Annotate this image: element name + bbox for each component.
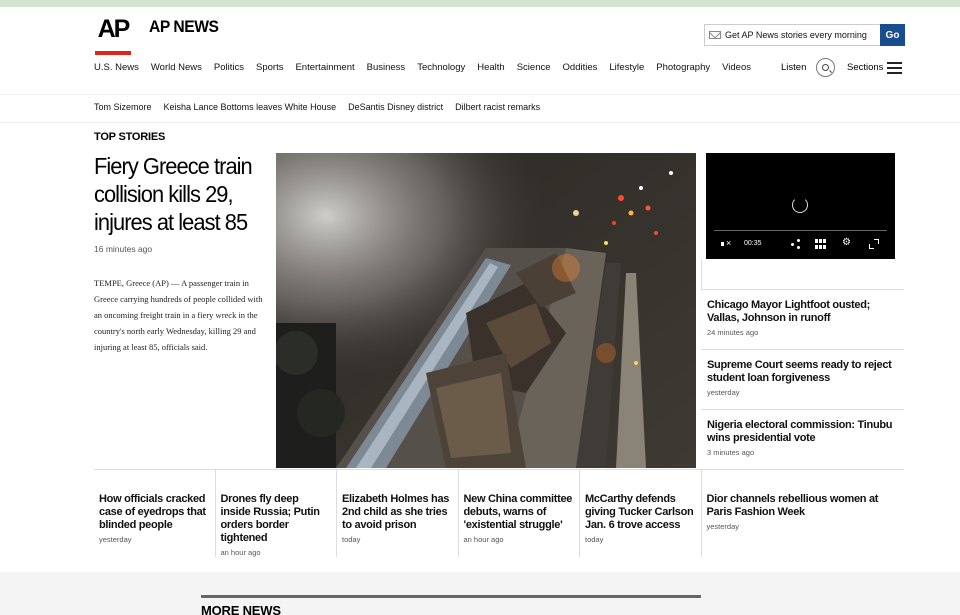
story-card-timestamp: today (585, 535, 604, 544)
newsletter-placeholder: Get AP News stories every morning (725, 30, 867, 40)
nav-item-entertainment[interactable]: Entertainment (295, 62, 354, 73)
story-card-headline[interactable]: Drones fly deep inside Russia; Putin ord… (221, 493, 332, 545)
story-card-timestamp: yesterday (99, 535, 132, 544)
column-divider (701, 259, 702, 289)
newsletter-signup: Get AP News stories every morning Go (704, 24, 905, 46)
nav-item-health[interactable]: Health (477, 62, 504, 73)
side-story-headline[interactable]: Nigeria electoral commission: Tinubu win… (707, 419, 904, 445)
trending-link[interactable]: Dilbert racist remarks (455, 102, 540, 112)
nav-item-technology[interactable]: Technology (417, 62, 465, 73)
nav-item-us-news[interactable]: U.S. News (94, 62, 139, 73)
ap-logo-red-bar (95, 51, 131, 55)
more-news-heading: MORE NEWS (201, 603, 281, 615)
listen-link[interactable]: Listen (781, 62, 806, 73)
trending-link[interactable]: Keisha Lance Bottoms leaves White House (164, 102, 337, 112)
story-card-timestamp: an hour ago (220, 548, 261, 557)
search-button[interactable] (816, 58, 835, 77)
side-story[interactable]: Supreme Court seems ready to reject stud… (701, 349, 904, 409)
nav-item-videos[interactable]: Videos (722, 62, 751, 73)
trending-link[interactable]: Tom Sizemore (94, 102, 152, 112)
story-card-headline[interactable]: Elizabeth Holmes has 2nd child as she tr… (342, 493, 453, 532)
nav-item-world-news[interactable]: World News (151, 62, 202, 73)
story-card-headline[interactable]: McCarthy defends giving Tucker Carlson J… (585, 493, 696, 532)
story-card-headline[interactable]: Dior channels rebellious women at Paris … (707, 493, 899, 519)
playlist-grid-icon[interactable] (815, 239, 826, 249)
story-card[interactable]: McCarthy defends giving Tucker Carlson J… (580, 470, 702, 557)
side-story[interactable]: Chicago Mayor Lightfoot ousted; Vallas, … (701, 289, 904, 349)
side-story[interactable]: Nigeria electoral commission: Tinubu win… (701, 409, 904, 469)
side-story-timestamp: yesterday (707, 388, 740, 397)
main-nav: U.S. News World News Politics Sports Ent… (94, 62, 763, 73)
nav-item-oddities[interactable]: Oddities (563, 62, 598, 73)
site-header: AP AP NEWS Get AP News stories every mor… (0, 7, 960, 94)
lead-story-photo[interactable] (276, 153, 696, 468)
sections-link[interactable]: Sections (847, 62, 883, 73)
bottom-stories-row: How officials cracked case of eyedrops t… (94, 469, 904, 557)
lead-story-summary: TEMPE, Greece (AP) — A passenger train i… (94, 278, 263, 352)
nav-item-politics[interactable]: Politics (214, 62, 244, 73)
story-card-timestamp: an hour ago (463, 535, 504, 544)
side-story-timestamp: 24 minutes ago (707, 328, 759, 337)
story-card-timestamp: yesterday (706, 522, 740, 531)
side-stories-list: Chicago Mayor Lightfoot ousted; Vallas, … (701, 289, 904, 469)
share-icon[interactable] (791, 239, 801, 249)
video-time: 00:35 (744, 240, 762, 247)
gear-icon[interactable]: ⚙ (842, 237, 851, 248)
newsletter-go-button[interactable]: Go (880, 24, 905, 46)
nav-item-science[interactable]: Science (517, 62, 551, 73)
fullscreen-icon[interactable] (869, 239, 879, 249)
story-card-timestamp: today (342, 535, 361, 544)
lead-story-headline[interactable]: Fiery Greece train collision kills 29, i… (94, 152, 256, 236)
top-banner-strip (0, 0, 960, 7)
nav-item-business[interactable]: Business (367, 62, 406, 73)
side-story-headline[interactable]: Chicago Mayor Lightfoot ousted; Vallas, … (707, 299, 904, 325)
mute-icon[interactable] (721, 238, 731, 249)
story-card[interactable]: Elizabeth Holmes has 2nd child as she tr… (337, 470, 459, 557)
story-card[interactable]: New China committee debuts, warns of 'ex… (459, 470, 580, 557)
story-card[interactable]: Dior channels rebellious women at Paris … (702, 470, 904, 557)
nav-item-sports[interactable]: Sports (256, 62, 283, 73)
loading-spinner-icon (792, 197, 808, 213)
side-story-headline[interactable]: Supreme Court seems ready to reject stud… (707, 359, 904, 385)
story-card-headline[interactable]: New China committee debuts, warns of 'ex… (464, 493, 575, 532)
side-story-timestamp: 3 minutes ago (707, 448, 755, 457)
ap-logo-letters: AP (97, 15, 131, 43)
brand-name[interactable]: AP NEWS (149, 17, 219, 37)
more-news-rule (201, 595, 701, 598)
more-news-band (0, 572, 960, 615)
video-player[interactable]: 00:35 ⚙ (706, 153, 895, 259)
video-progress-bar[interactable] (714, 230, 887, 232)
hamburger-menu-icon[interactable] (887, 62, 902, 74)
ap-logo[interactable]: AP (95, 15, 131, 55)
story-card[interactable]: Drones fly deep inside Russia; Putin ord… (216, 470, 337, 557)
nav-item-lifestyle[interactable]: Lifestyle (609, 62, 644, 73)
top-stories-heading: TOP STORIES (94, 131, 166, 143)
train-wreck-image (276, 153, 696, 468)
trending-link[interactable]: DeSantis Disney district (348, 102, 443, 112)
nav-item-photography[interactable]: Photography (656, 62, 710, 73)
story-card[interactable]: How officials cracked case of eyedrops t… (94, 470, 216, 557)
trending-bar: Tom Sizemore Keisha Lance Bottoms leaves… (0, 94, 960, 123)
lead-story-timestamp: 16 minutes ago (94, 244, 153, 254)
envelope-icon (709, 31, 721, 39)
story-card-headline[interactable]: How officials cracked case of eyedrops t… (99, 493, 210, 532)
newsletter-email-field[interactable]: Get AP News stories every morning (704, 24, 880, 46)
search-icon (822, 64, 829, 71)
